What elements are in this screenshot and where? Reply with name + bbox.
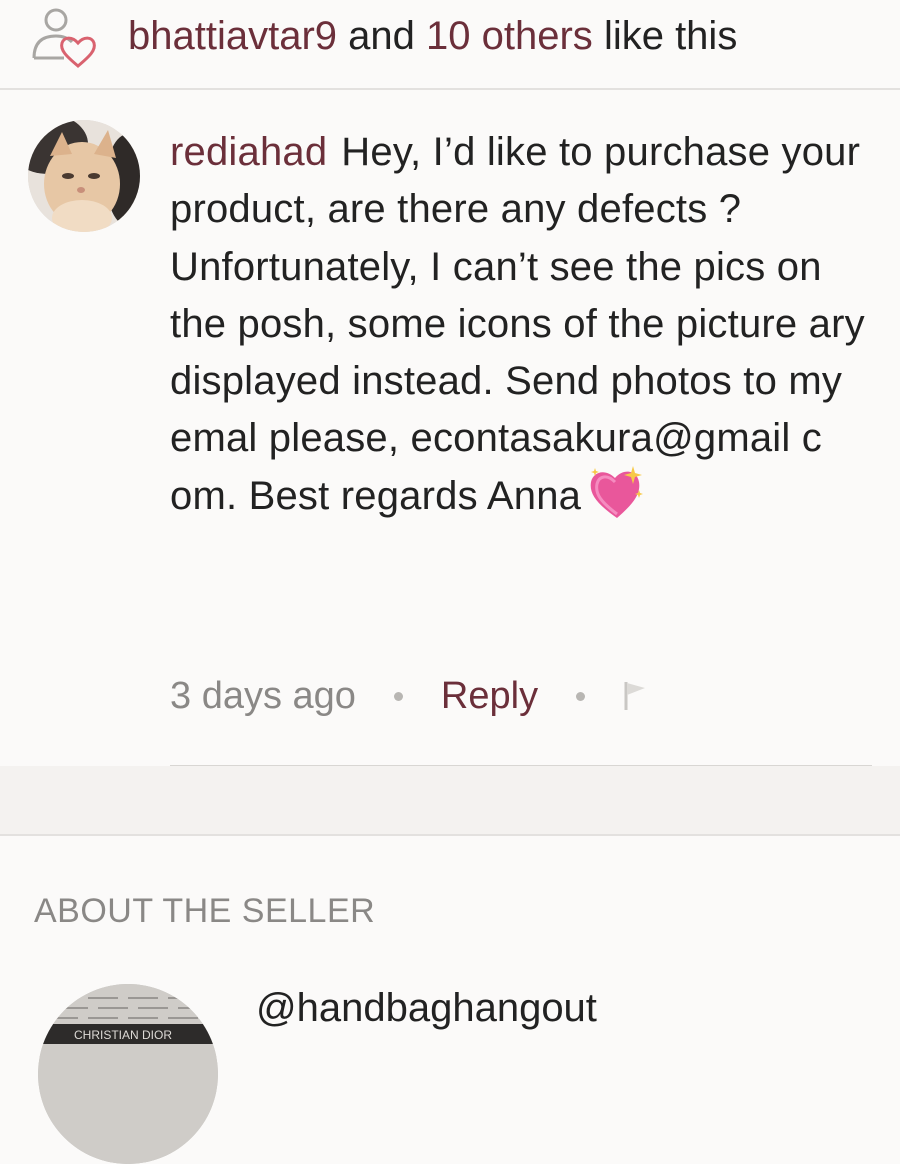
about-seller-section: ABOUT THE SELLER CHRISTIAN DIOR @handbag… bbox=[0, 836, 900, 1164]
comment-item: rediahad Hey, I’d like to purchase your p… bbox=[0, 90, 900, 766]
comment-message: Hey, I’d like to purchase your product, … bbox=[170, 130, 865, 518]
seller-avatar[interactable]: CHRISTIAN DIOR bbox=[38, 984, 218, 1164]
kitten-avatar-image bbox=[28, 120, 140, 232]
seller-handle-link[interactable]: @handbaghangout bbox=[256, 986, 597, 1031]
likes-others-link[interactable]: 10 others bbox=[426, 14, 593, 58]
likes-suffix-text: like this bbox=[603, 14, 738, 58]
about-seller-heading: ABOUT THE SELLER bbox=[34, 892, 376, 930]
comment-body: rediahad Hey, I’d like to purchase your p… bbox=[170, 124, 870, 526]
likes-summary: bhattiavtar9 and 10 others like this bbox=[128, 12, 737, 60]
commenter-username-link[interactable]: rediahad bbox=[170, 130, 327, 174]
likes-row: bhattiavtar9 and 10 others like this bbox=[0, 0, 900, 90]
sparkling-heart-icon bbox=[590, 466, 644, 519]
comment-meta: 3 days ago Reply bbox=[170, 666, 649, 726]
reply-button[interactable]: Reply bbox=[441, 675, 538, 718]
likes-and-text: and bbox=[348, 14, 415, 58]
commenter-avatar[interactable] bbox=[28, 120, 140, 232]
section-spacer bbox=[0, 766, 900, 836]
separator-dot bbox=[393, 691, 403, 701]
seller-avatar-image: CHRISTIAN DIOR bbox=[38, 984, 218, 1164]
liker-username-link[interactable]: bhattiavtar9 bbox=[128, 14, 337, 58]
flag-icon[interactable] bbox=[623, 680, 649, 712]
seller-avatar-label: CHRISTIAN DIOR bbox=[74, 1028, 172, 1042]
comment-timestamp: 3 days ago bbox=[170, 674, 356, 717]
separator-dot bbox=[576, 691, 586, 701]
user-heart-icon bbox=[32, 8, 96, 68]
